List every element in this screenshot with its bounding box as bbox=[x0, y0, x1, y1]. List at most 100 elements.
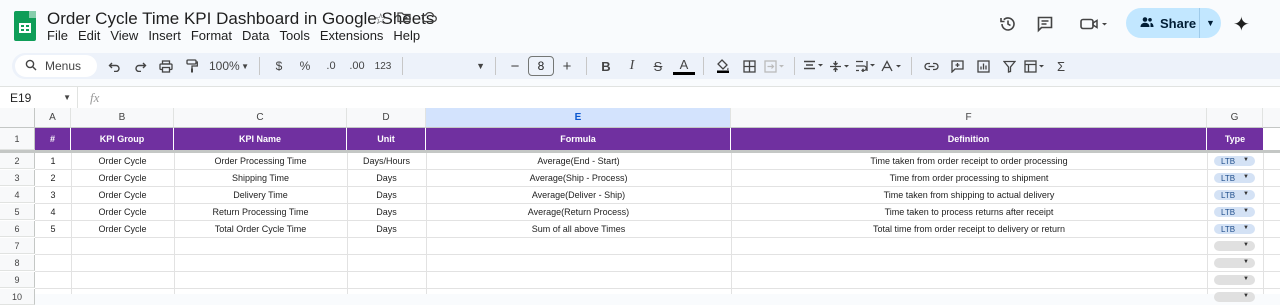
row-header-1[interactable]: 1 bbox=[0, 128, 35, 150]
cell-number[interactable]: 5 bbox=[35, 221, 71, 237]
text-wrap-icon[interactable] bbox=[855, 55, 877, 77]
cell-unit[interactable]: Days/Hours bbox=[347, 153, 426, 169]
menu-tools[interactable]: Tools bbox=[279, 28, 316, 43]
cell-formula[interactable]: Sum of all above Times bbox=[426, 221, 731, 237]
header-cell-unit[interactable]: Unit bbox=[347, 128, 426, 150]
menu-edit[interactable]: Edit bbox=[78, 28, 107, 43]
cell-unit[interactable]: Days bbox=[347, 187, 426, 203]
header-cell-type[interactable]: Type bbox=[1207, 128, 1263, 150]
row-header-4[interactable]: 4 bbox=[0, 187, 35, 203]
decrease-decimal-button[interactable]: .0 bbox=[320, 55, 342, 77]
redo-icon[interactable] bbox=[129, 55, 151, 77]
cell-formula[interactable]: Average(Deliver - Ship) bbox=[426, 187, 731, 203]
cell-kpi-name[interactable]: Total Order Cycle Time bbox=[174, 221, 347, 237]
bold-button[interactable]: B bbox=[595, 55, 617, 77]
header-cell-definition[interactable]: Definition bbox=[731, 128, 1207, 150]
text-color-button[interactable]: A bbox=[673, 57, 695, 75]
header-cell-number[interactable]: # bbox=[35, 128, 71, 150]
row-header-8[interactable]: 8 bbox=[0, 255, 35, 271]
cell-formula[interactable]: Average(Ship - Process) bbox=[426, 170, 731, 186]
type-dropdown-chip[interactable]: LTB ▼ bbox=[1214, 173, 1255, 183]
menu-format[interactable]: Format bbox=[191, 28, 239, 43]
row-header-3[interactable]: 3 bbox=[0, 170, 35, 186]
percent-format-button[interactable]: % bbox=[294, 55, 316, 77]
type-dropdown-chip[interactable]: ▼ bbox=[1214, 275, 1255, 285]
filter-icon[interactable] bbox=[998, 55, 1020, 77]
menu-insert[interactable]: Insert bbox=[148, 28, 188, 43]
column-header-e[interactable]: E bbox=[426, 108, 731, 128]
column-header-g[interactable]: G bbox=[1207, 108, 1263, 128]
type-dropdown-chip[interactable]: ▼ bbox=[1214, 258, 1255, 268]
cell-formula[interactable]: Average(Return Process) bbox=[426, 204, 731, 220]
cell-unit[interactable]: Days bbox=[347, 221, 426, 237]
type-dropdown-chip[interactable]: LTB ▼ bbox=[1214, 190, 1255, 200]
row-header-2[interactable]: 2 bbox=[0, 153, 35, 169]
cell-formula[interactable]: Average(End - Start) bbox=[426, 153, 731, 169]
paint-format-icon[interactable] bbox=[181, 55, 203, 77]
formula-input[interactable] bbox=[109, 87, 1280, 108]
borders-icon[interactable] bbox=[738, 55, 760, 77]
undo-icon[interactable] bbox=[103, 55, 125, 77]
vertical-align-icon[interactable] bbox=[829, 55, 851, 77]
font-size-input[interactable]: 8 bbox=[528, 56, 554, 76]
font-family-select[interactable]: ▼ bbox=[409, 55, 489, 77]
gemini-icon[interactable]: ✦ bbox=[1233, 12, 1250, 37]
cell-kpi-group[interactable]: Order Cycle bbox=[71, 187, 174, 203]
cell-definition[interactable]: Time from order processing to shipment bbox=[731, 170, 1207, 186]
row-header-5[interactable]: 5 bbox=[0, 204, 35, 220]
spreadsheet-grid[interactable]: A B C D E F G 1 # KPI Group KPI Name Uni… bbox=[0, 108, 1280, 305]
strikethrough-button[interactable]: S bbox=[647, 55, 669, 77]
cell-number[interactable]: 2 bbox=[35, 170, 71, 186]
meet-icon[interactable] bbox=[1072, 8, 1116, 40]
menu-data[interactable]: Data bbox=[242, 28, 276, 43]
cell-definition[interactable]: Time taken to process returns after rece… bbox=[731, 204, 1207, 220]
cell-kpi-group[interactable]: Order Cycle bbox=[71, 153, 174, 169]
comments-icon[interactable] bbox=[1029, 8, 1061, 40]
increase-decimal-button[interactable]: .00 bbox=[346, 55, 368, 77]
menu-view[interactable]: View bbox=[110, 28, 145, 43]
type-dropdown-chip[interactable]: LTB ▼ bbox=[1214, 224, 1255, 234]
font-size-decrease-icon[interactable]: − bbox=[504, 55, 526, 77]
cell-kpi-group[interactable]: Order Cycle bbox=[71, 170, 174, 186]
cell-kpi-group[interactable]: Order Cycle bbox=[71, 221, 174, 237]
horizontal-align-icon[interactable] bbox=[803, 55, 825, 77]
header-cell-formula[interactable]: Formula bbox=[426, 128, 731, 150]
select-all-corner[interactable] bbox=[0, 108, 35, 128]
column-header-f[interactable]: F bbox=[731, 108, 1207, 128]
cell-unit[interactable]: Days bbox=[347, 170, 426, 186]
cell-kpi-name[interactable]: Shipping Time bbox=[174, 170, 347, 186]
fill-color-icon[interactable] bbox=[712, 55, 734, 77]
italic-button[interactable]: I bbox=[621, 55, 643, 77]
functions-button[interactable]: Σ bbox=[1050, 55, 1072, 77]
cell-definition[interactable]: Time taken from order receipt to order p… bbox=[731, 153, 1207, 169]
row-header-9[interactable]: 9 bbox=[0, 272, 35, 288]
font-size-increase-icon[interactable]: + bbox=[556, 55, 578, 77]
cell-kpi-name[interactable]: Delivery Time bbox=[174, 187, 347, 203]
move-folder-icon[interactable] bbox=[397, 10, 412, 28]
cell-definition[interactable]: Total time from order receipt to deliver… bbox=[731, 221, 1207, 237]
cell-number[interactable]: 3 bbox=[35, 187, 71, 203]
cell-kpi-group[interactable]: Order Cycle bbox=[71, 204, 174, 220]
row-header-6[interactable]: 6 bbox=[0, 221, 35, 237]
cell-kpi-name[interactable]: Order Processing Time bbox=[174, 153, 347, 169]
insert-comment-icon[interactable] bbox=[946, 55, 968, 77]
more-formats-button[interactable]: 123 bbox=[372, 55, 394, 77]
menu-extensions[interactable]: Extensions bbox=[320, 28, 391, 43]
filter-views-icon[interactable] bbox=[1024, 55, 1046, 77]
cell-kpi-name[interactable]: Return Processing Time bbox=[174, 204, 347, 220]
column-header-h[interactable] bbox=[1263, 108, 1280, 128]
zoom-select[interactable]: 100% ▼ bbox=[207, 55, 251, 77]
column-header-c[interactable]: C bbox=[174, 108, 347, 128]
header-cell-kpi-name[interactable]: KPI Name bbox=[174, 128, 347, 150]
star-icon[interactable]: ☆ bbox=[374, 10, 387, 28]
print-icon[interactable] bbox=[155, 55, 177, 77]
cloud-status-icon[interactable] bbox=[421, 10, 438, 28]
search-menus[interactable]: Menus bbox=[15, 55, 97, 77]
column-header-a[interactable]: A bbox=[35, 108, 71, 128]
cell-unit[interactable]: Days bbox=[347, 204, 426, 220]
text-rotation-icon[interactable] bbox=[881, 55, 903, 77]
header-cell-kpi-group[interactable]: KPI Group bbox=[71, 128, 174, 150]
type-dropdown-chip[interactable]: ▼ bbox=[1214, 241, 1255, 251]
row-header-10[interactable]: 10 bbox=[0, 289, 35, 305]
merge-cells-icon[interactable] bbox=[764, 55, 786, 77]
